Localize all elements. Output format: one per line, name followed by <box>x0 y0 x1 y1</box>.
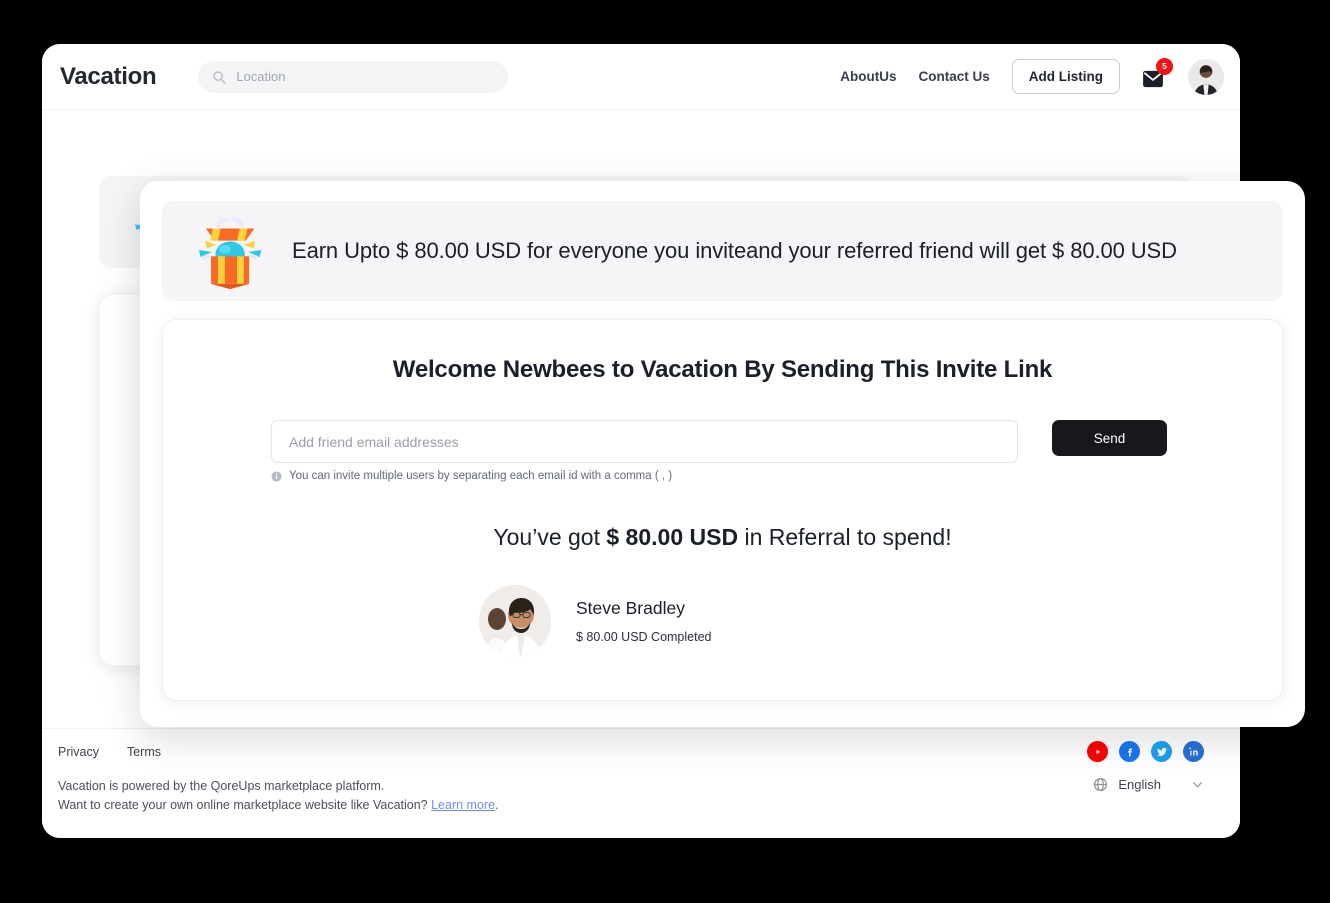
modal-promo-banner: Earn Upto $ 80.00 USD for everyone you i… <box>162 201 1283 301</box>
footer-links: Privacy Terms <box>58 745 161 759</box>
referral-avatar-image <box>479 585 551 657</box>
footer-copy-line2: Want to create your own online marketpla… <box>58 796 499 815</box>
footer-copyright: Vacation is powered by the QoreUps marke… <box>58 777 499 816</box>
footer-copy-line2-pre: Want to create your own online marketpla… <box>58 798 432 813</box>
learn-more-link[interactable]: Learn more <box>431 798 495 812</box>
linkedin-icon[interactable] <box>1183 741 1204 762</box>
referral-name: Steve Bradley <box>576 598 685 618</box>
invite-hint: You can invite multiple users by separat… <box>163 470 1282 482</box>
footer-copy-line1: Vacation is powered by the QoreUps marke… <box>58 779 385 793</box>
modal-banner-text: Earn Upto $ 80.00 USD for everyone you i… <box>292 238 1177 264</box>
twitter-icon[interactable] <box>1151 741 1172 762</box>
gift-box-icon <box>198 217 262 290</box>
invite-form: Send <box>163 420 1282 463</box>
referral-balance-suffix: in Referral to spend! <box>738 524 952 550</box>
social-links <box>1087 741 1204 762</box>
facebook-icon[interactable] <box>1119 741 1140 762</box>
site-header: Vacation Location AboutUs Contact Us Add… <box>42 44 1240 110</box>
header-nav: AboutUs Contact Us Add Listing 5 <box>840 57 1240 95</box>
referral-amount-status: $ 80.00 USD Completed <box>576 630 712 644</box>
language-selector[interactable]: English <box>1093 777 1204 792</box>
search-placeholder: Location <box>236 69 286 84</box>
list-item: Steve Bradley $ 80.00 USD Completed <box>163 585 1282 657</box>
language-label: English <box>1118 777 1161 792</box>
site-footer: Privacy Terms Vacation is powered by the… <box>42 728 1240 838</box>
messages-button[interactable]: 5 <box>1142 57 1173 89</box>
avatar-image <box>1188 58 1224 95</box>
chevron-down-icon <box>1193 782 1202 788</box>
referral-balance-amount: $ 80.00 USD <box>606 524 739 550</box>
referral-balance-prefix: You’ve got <box>493 524 607 550</box>
footer-link-privacy[interactable]: Privacy <box>58 745 99 759</box>
footer-link-terms[interactable]: Terms <box>127 745 161 759</box>
referral-balance: You’ve got $ 80.00 USD in Referral to sp… <box>163 524 1282 551</box>
brand-logo[interactable]: Vacation <box>60 63 157 91</box>
send-button[interactable]: Send <box>1052 420 1167 456</box>
invite-card: Welcome Newbees to Vacation By Sending T… <box>162 319 1283 701</box>
location-search-box[interactable]: Location <box>198 60 509 93</box>
nav-about-us[interactable]: AboutUs <box>840 69 896 84</box>
info-icon <box>271 470 282 482</box>
referral-avatar <box>479 585 551 657</box>
referral-modal: Earn Upto $ 80.00 USD for everyone you i… <box>140 181 1305 727</box>
avatar[interactable] <box>1188 58 1224 95</box>
globe-icon <box>1094 777 1108 792</box>
invite-hint-text: You can invite multiple users by separat… <box>289 470 673 482</box>
footer-copy-line2-post: . <box>495 798 499 813</box>
search-icon <box>213 70 226 84</box>
referral-info: Steve Bradley $ 80.00 USD Completed <box>576 598 712 644</box>
add-listing-button[interactable]: Add Listing <box>1011 59 1120 94</box>
nav-contact-us[interactable]: Contact Us <box>918 69 989 84</box>
youtube-icon[interactable] <box>1087 741 1108 762</box>
friend-email-input[interactable] <box>271 420 1018 463</box>
invite-title: Welcome Newbees to Vacation By Sending T… <box>392 356 1053 383</box>
messages-badge: 5 <box>1156 57 1173 75</box>
